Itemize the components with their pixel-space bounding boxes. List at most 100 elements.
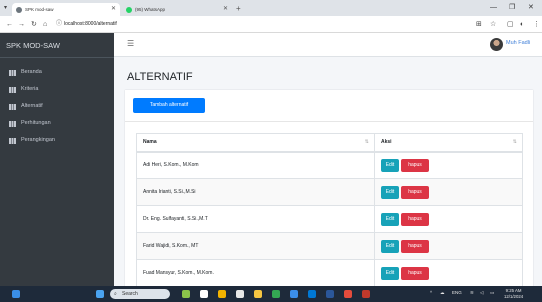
profile-icon[interactable]: ◐ (520, 19, 524, 30)
sidebar: SPK MOD-SAW Beranda Kriteria Alternatif … (0, 33, 114, 286)
app-icon[interactable] (362, 290, 370, 298)
page-title: ALTERNATIF (127, 71, 193, 83)
back-icon[interactable]: ← (6, 19, 13, 30)
widgets-icon[interactable] (12, 290, 20, 298)
minimize-icon[interactable]: — (490, 3, 497, 13)
cell-aksi: Edit hapus (374, 259, 523, 287)
side-panel-icon[interactable]: ▢ (507, 19, 514, 30)
chevron-up-icon[interactable]: ^ (430, 290, 432, 295)
forward-icon[interactable]: → (18, 19, 25, 30)
folder-icon[interactable] (254, 290, 262, 298)
sidebar-item-perangkingan[interactable]: Perangkingan (0, 132, 114, 149)
grid-icon (9, 121, 16, 127)
chrome-icon[interactable] (272, 290, 280, 298)
cell-nama: Farid Wajidi, S.Kom., MT (136, 232, 375, 260)
hamburger-menu-icon[interactable]: ☰ (127, 39, 134, 48)
top-navbar: ☰ Muh Fadli (114, 33, 542, 57)
language-indicator[interactable]: ENG (452, 290, 462, 295)
column-header-nama[interactable]: Nama ⇅ (136, 133, 375, 153)
wifi-icon[interactable]: ≋ (470, 290, 474, 296)
app-icon[interactable] (326, 290, 334, 298)
table-row: Dr. Eng. Sulfayanti, S.Si.,M.T Edit hapus (136, 205, 523, 233)
add-alternatif-button[interactable]: Tambah alternatif (133, 98, 205, 113)
start-icon[interactable] (96, 290, 104, 298)
volume-icon[interactable]: ◁ (480, 290, 483, 296)
vscode-icon[interactable] (290, 290, 298, 298)
search-placeholder: Search (122, 291, 138, 297)
brand-logo-text[interactable]: SPK MOD-SAW (0, 33, 114, 58)
grid-icon (9, 138, 16, 144)
cell-aksi: Edit hapus (374, 232, 523, 260)
new-tab-icon[interactable]: + (236, 3, 241, 15)
task-view-icon[interactable] (200, 290, 208, 298)
alternatif-table: Nama ⇅ Aksi ⇅ Adi Heri, S.Kom., M.Kom Ed… (136, 133, 523, 287)
edit-button[interactable]: Edit (381, 266, 399, 280)
edit-button[interactable]: Edit (381, 158, 399, 172)
site-info-icon[interactable]: ⓘ (56, 19, 62, 30)
cell-nama: Adi Heri, S.Kom., M.Kom (136, 151, 375, 179)
alternatif-card: Tambah alternatif Nama ⇅ Aksi ⇅ Adi Heri (125, 90, 533, 290)
cell-nama: Annita Irianti, S.Si.,M.Si (136, 178, 375, 206)
table-row: Annita Irianti, S.Si.,M.Si Edit hapus (136, 178, 523, 206)
cell-aksi: Edit hapus (374, 205, 523, 233)
whatsapp-favicon-icon (126, 6, 132, 13)
table-row: Farid Wajidi, S.Kom., MT Edit hapus (136, 232, 523, 260)
main-content: ALTERNATIF Tambah alternatif Nama ⇅ Aksi… (114, 57, 542, 290)
address-bar: ← → ↻ ⌂ ⓘ localhost:8000/alternatif ⊞ ☆ … (0, 16, 542, 33)
sort-icon[interactable]: ⇅ (513, 139, 517, 145)
url-field[interactable]: localhost:8000/alternatif (64, 19, 117, 30)
sidebar-item-perhitungan[interactable]: Perhitungan (0, 115, 114, 132)
sort-icon[interactable]: ⇅ (365, 139, 369, 145)
cell-nama: Dr. Eng. Sulfayanti, S.Si.,M.T (136, 205, 375, 233)
user-name-link[interactable]: Muh Fadli (506, 40, 530, 46)
table-row: Adi Heri, S.Kom., M.Kom Edit hapus (136, 151, 523, 179)
browser-menu-icon[interactable]: ⋮ (533, 19, 540, 30)
table-row: Fuad Mansyur, S.Kom., M.Kom. Edit hapus (136, 259, 523, 287)
reload-icon[interactable]: ↻ (31, 19, 37, 30)
home-icon[interactable]: ⌂ (43, 19, 47, 30)
delete-button[interactable]: hapus (401, 239, 429, 253)
sidebar-item-kriteria[interactable]: Kriteria (0, 81, 114, 98)
translate-icon[interactable]: ⊞ (476, 19, 482, 30)
clock-date: 12/1/2024 (504, 294, 524, 299)
tab-title: SPK mod-saw (25, 7, 54, 12)
browser-tab-bar: ▾ SPK mod-saw ✕ (95) WhatsApp ✕ + — ❐ ✕ (0, 0, 542, 16)
grid-icon (9, 87, 16, 93)
sidebar-item-label: Alternatif (21, 103, 43, 109)
delete-button[interactable]: hapus (401, 266, 429, 280)
edit-button[interactable]: Edit (381, 239, 399, 253)
maximize-icon[interactable]: ❐ (509, 3, 515, 13)
battery-icon[interactable]: ▭ (490, 290, 494, 296)
onedrive-icon[interactable]: ☁ (440, 290, 445, 296)
avatar[interactable] (490, 38, 503, 51)
sidebar-item-alternatif[interactable]: Alternatif (0, 98, 114, 115)
edit-button[interactable]: Edit (381, 185, 399, 199)
cell-aksi: Edit hapus (374, 151, 523, 179)
file-explorer-icon[interactable] (218, 290, 226, 298)
tab-whatsapp[interactable]: (95) WhatsApp ✕ (122, 3, 232, 16)
close-tab-icon[interactable]: ✕ (111, 3, 116, 16)
tab-spk[interactable]: SPK mod-saw ✕ (12, 3, 120, 16)
card-divider (125, 121, 533, 122)
grid-icon (9, 104, 16, 110)
taskbar-clock[interactable]: 9:25 AM 12/1/2024 (504, 288, 523, 300)
app-icon[interactable] (236, 290, 244, 298)
app-icon[interactable] (344, 290, 352, 298)
taskbar-search[interactable]: ⌕ Search (110, 289, 170, 299)
edge-icon[interactable] (308, 290, 316, 298)
delete-button[interactable]: hapus (401, 185, 429, 199)
close-window-icon[interactable]: ✕ (528, 3, 534, 13)
column-header-aksi[interactable]: Aksi ⇅ (374, 133, 523, 153)
cell-nama: Fuad Mansyur, S.Kom., M.Kom. (136, 259, 375, 287)
bookmark-star-icon[interactable]: ☆ (490, 19, 496, 30)
delete-button[interactable]: hapus (401, 158, 429, 172)
windows-taskbar: ⌕ Search ^ ☁ ENG ≋ ◁ ▭ 9:25 AM 12/1/2024 (0, 286, 542, 302)
edit-button[interactable]: Edit (381, 212, 399, 226)
delete-button[interactable]: hapus (401, 212, 429, 226)
grid-icon (9, 70, 16, 76)
sidebar-item-beranda[interactable]: Beranda (0, 64, 114, 81)
tab-search-icon[interactable]: ▾ (4, 3, 7, 14)
search-icon: ⌕ (114, 291, 117, 297)
app-icon[interactable] (182, 290, 190, 298)
close-tab-icon[interactable]: ✕ (223, 3, 228, 16)
